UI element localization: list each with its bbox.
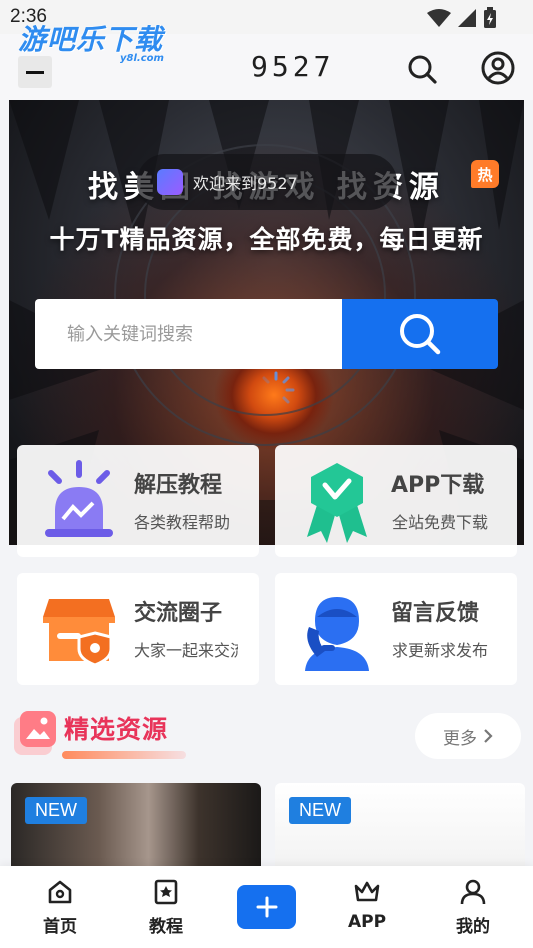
new-badge: NEW	[289, 797, 351, 824]
signal-icon	[458, 9, 476, 27]
hero-search-button[interactable]	[342, 299, 498, 369]
crown-icon	[354, 881, 380, 902]
nav-profile[interactable]: 我的	[438, 878, 508, 937]
hamburger-icon	[26, 70, 44, 74]
menu-button[interactable]	[18, 56, 52, 88]
nav-home[interactable]: 首页	[25, 878, 95, 937]
card-title: 交流圈子	[134, 601, 223, 626]
card-app-download[interactable]: APP下载 全站免费下载	[275, 445, 517, 557]
card-community[interactable]: 交流圈子 大家一起来交流	[17, 573, 259, 685]
section-title: 精选资源	[64, 715, 169, 744]
watermark-domain: y8l.com	[120, 53, 164, 64]
nav-tutorials[interactable]: 教程	[131, 878, 201, 937]
resource-card[interactable]: NEW	[11, 783, 261, 873]
new-badge: NEW	[25, 797, 87, 824]
chevron-right-icon	[484, 729, 493, 743]
nav-label: 我的	[456, 917, 490, 937]
wifi-icon	[427, 9, 451, 27]
card-desc: 大家一起来交流	[134, 641, 238, 660]
card-desc: 各类教程帮助	[134, 513, 231, 532]
battery-icon	[484, 7, 496, 28]
card-title: 留言反馈	[391, 601, 480, 626]
alarm-light-icon	[45, 460, 113, 537]
more-label: 更多	[443, 728, 477, 749]
loading-spinner-icon	[262, 371, 295, 404]
welcome-toast: 欢迎来到9527	[137, 154, 397, 210]
card-title: 解压教程	[134, 473, 223, 498]
card-feedback[interactable]: 留言反馈 求更新求发布	[275, 573, 517, 685]
search-icon	[400, 314, 441, 355]
home-icon	[48, 880, 72, 904]
nav-label: 首页	[43, 917, 77, 937]
search-input[interactable]	[35, 299, 342, 369]
header-search-button[interactable]	[405, 52, 439, 86]
toast-text: 欢迎来到9527	[193, 174, 298, 193]
hot-badge: 热	[471, 160, 499, 188]
image-gallery-icon	[14, 711, 56, 755]
resource-card[interactable]: NEW	[275, 783, 525, 873]
bottom-navigation: 首页 教程 APP 我的	[0, 866, 533, 948]
watermark-logo: 游吧乐下载	[18, 23, 164, 56]
award-badge-icon	[307, 463, 367, 543]
card-title: APP下载	[391, 473, 485, 498]
plus-icon	[256, 896, 277, 918]
user-icon	[481, 51, 515, 85]
search-icon	[408, 55, 437, 84]
card-desc: 求更新求发布	[392, 641, 489, 660]
add-button[interactable]	[237, 885, 296, 929]
person-icon	[460, 879, 486, 905]
hero-subtitle: 十万T精品资源，全部免费，每日更新	[49, 225, 484, 254]
more-button[interactable]: 更多	[415, 713, 521, 759]
bookmark-star-icon	[154, 879, 178, 905]
card-tutorials[interactable]: 解压教程 各类教程帮助	[17, 445, 259, 557]
site-title: 9527	[251, 50, 335, 83]
card-desc: 全站免费下载	[392, 513, 489, 532]
section-title-underline	[62, 751, 186, 759]
nav-label: 教程	[149, 917, 183, 937]
app-icon	[157, 169, 183, 195]
hero-search-field[interactable]	[35, 299, 342, 369]
nav-label: APP	[347, 912, 387, 932]
customer-service-icon	[305, 597, 369, 671]
user-profile-button[interactable]	[480, 50, 516, 86]
nav-app[interactable]: APP	[332, 878, 402, 932]
shop-icon	[43, 599, 115, 667]
status-icons	[427, 7, 497, 29]
